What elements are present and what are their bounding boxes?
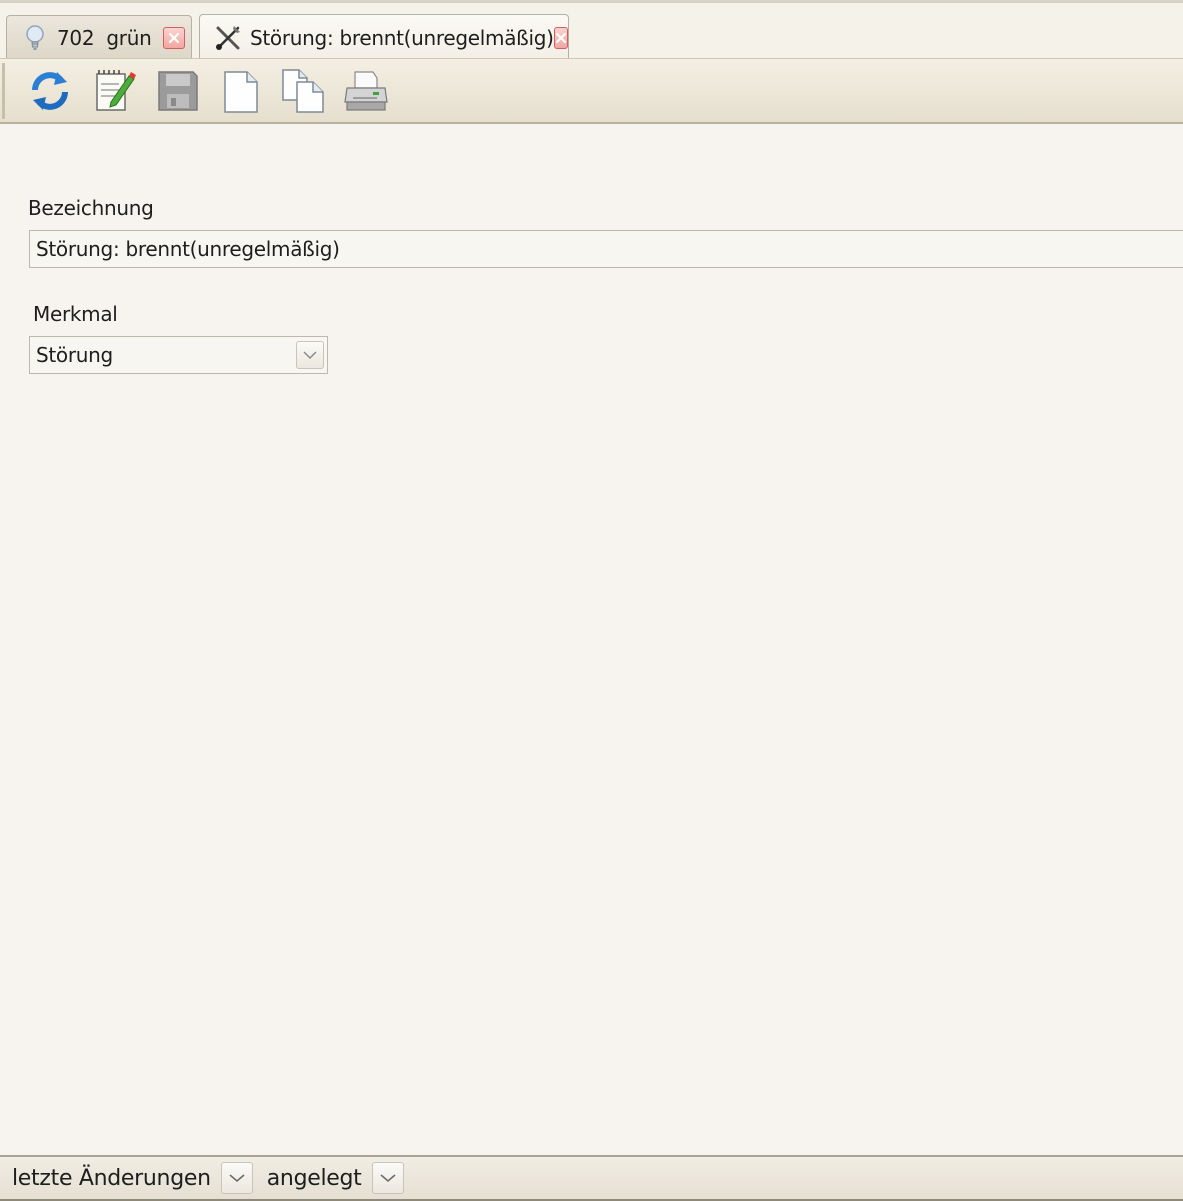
merkmal-value: Störung bbox=[36, 343, 113, 367]
bottom-bar: letzte Änderungen angelegt bbox=[0, 1155, 1183, 1201]
save-button[interactable] bbox=[154, 67, 202, 115]
refresh-button[interactable] bbox=[26, 67, 74, 115]
new-document-button[interactable] bbox=[216, 67, 264, 115]
tab-label: Störung: brennt(unregelmäßig) bbox=[250, 25, 554, 50]
tab-label: 702 grün bbox=[57, 25, 152, 50]
chevron-down-icon bbox=[229, 1174, 245, 1183]
close-icon bbox=[168, 32, 180, 43]
edit-icon bbox=[96, 70, 136, 111]
tab-stoerung[interactable]: Störung: brennt(unregelmäßig) bbox=[199, 14, 569, 60]
chevron-down-icon bbox=[379, 1174, 396, 1183]
merkmal-select[interactable]: Störung bbox=[29, 336, 328, 374]
tab-strip: 702 grün Störung: brennt(unregelmäßig) bbox=[0, 0, 1183, 60]
angelegt-label: angelegt bbox=[266, 1165, 362, 1191]
close-tab-button[interactable] bbox=[553, 26, 568, 49]
tab-702-gruen[interactable]: 702 grün bbox=[6, 15, 192, 59]
bezeichnung-field[interactable] bbox=[29, 230, 1183, 268]
merkmal-dropdown-button[interactable] bbox=[296, 341, 324, 369]
toolbar-grip[interactable] bbox=[2, 63, 10, 119]
toolbar bbox=[0, 58, 1183, 124]
print-icon bbox=[344, 71, 388, 111]
close-tab-button[interactable] bbox=[163, 26, 185, 49]
angelegt-dropdown[interactable] bbox=[371, 1162, 404, 1194]
edit-button[interactable] bbox=[90, 67, 138, 115]
tools-icon bbox=[214, 24, 242, 52]
letzte-aenderungen-dropdown[interactable] bbox=[220, 1162, 253, 1194]
letzte-aenderungen-label: letzte Änderungen bbox=[12, 1165, 211, 1191]
chevron-down-icon bbox=[303, 351, 317, 360]
merkmal-label: Merkmal bbox=[33, 302, 118, 326]
bezeichnung-label: Bezeichnung bbox=[28, 196, 154, 220]
close-icon bbox=[555, 32, 566, 43]
refresh-icon bbox=[32, 72, 68, 110]
new-document-icon bbox=[224, 71, 258, 113]
print-button[interactable] bbox=[342, 67, 390, 115]
copy-document-button[interactable] bbox=[280, 67, 328, 115]
save-icon bbox=[158, 71, 198, 111]
copy-document-icon bbox=[282, 69, 324, 113]
lightbulb-icon bbox=[21, 24, 49, 52]
